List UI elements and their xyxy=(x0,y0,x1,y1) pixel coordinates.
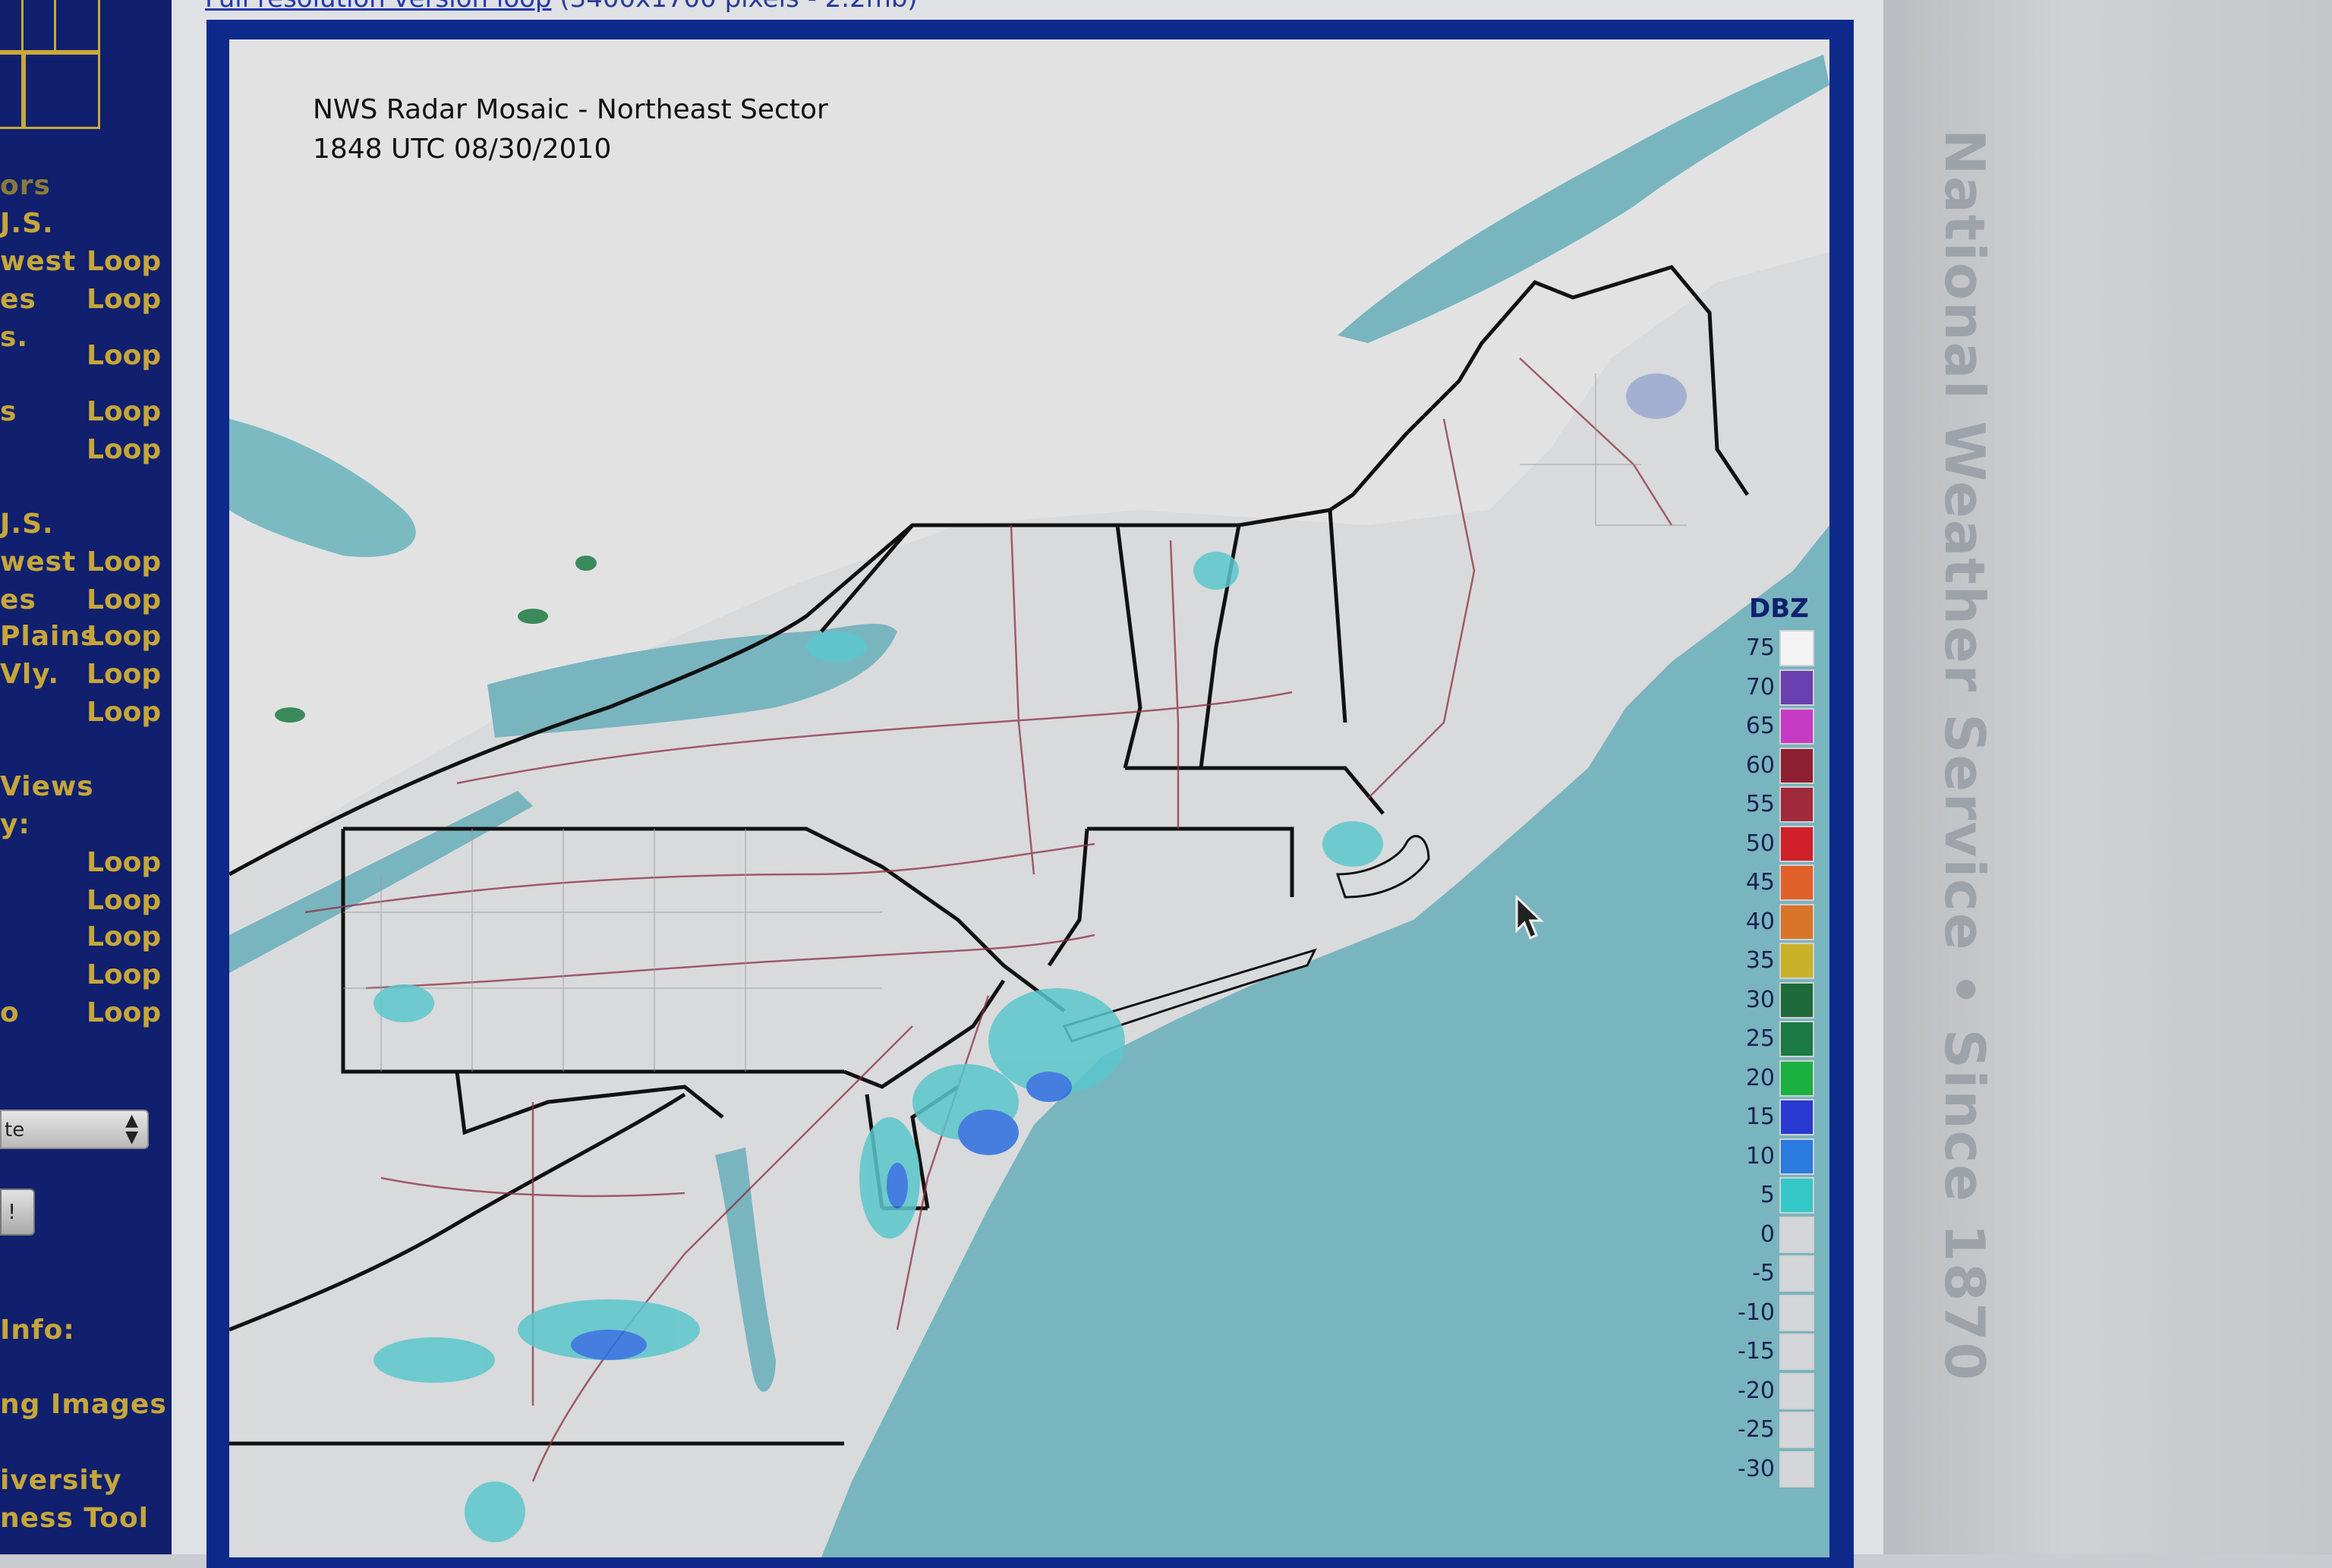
legend-swatch xyxy=(1779,904,1814,940)
map-title: NWS Radar Mosaic - Northeast Sector xyxy=(313,94,828,125)
legend-swatch xyxy=(1779,1138,1814,1175)
legend-value: 50 xyxy=(1745,830,1775,857)
file-info: (3400x1700 pixels - 2.2mb) xyxy=(559,0,917,14)
legend-swatch xyxy=(1779,1333,1814,1370)
legend-value: 25 xyxy=(1745,1025,1775,1052)
legend-value: 20 xyxy=(1745,1065,1775,1091)
section-label: Views xyxy=(0,771,94,802)
legend-swatch xyxy=(1779,1451,1814,1488)
legend-swatch xyxy=(1779,1060,1814,1097)
legend-swatch xyxy=(1779,1177,1814,1214)
loop-link[interactable]: Loop xyxy=(87,659,161,690)
legend-swatch xyxy=(1779,708,1814,745)
legend-swatch xyxy=(1779,1021,1814,1057)
radar-map[interactable]: NWS Radar Mosaic - Northeast Sector 1848… xyxy=(229,39,1829,1557)
info-label: Info: xyxy=(0,1315,75,1346)
section-label: ors xyxy=(0,170,51,201)
go-button[interactable]: ! xyxy=(0,1189,35,1236)
legend-swatch xyxy=(1779,1099,1814,1135)
map-timestamp: 1848 UTC 08/30/2010 xyxy=(313,134,612,165)
legend-value: 40 xyxy=(1745,908,1775,935)
legend-value: 30 xyxy=(1745,987,1775,1013)
loop-link[interactable]: Loop xyxy=(87,959,161,990)
top-link-row: Full resolution version loop (3400x1700 … xyxy=(205,0,918,14)
grid-cell[interactable] xyxy=(21,50,100,129)
legend-value: 60 xyxy=(1745,752,1775,779)
select-value: te xyxy=(5,1119,25,1141)
loop-link[interactable]: Loop xyxy=(87,284,161,315)
go-button-label: ! xyxy=(8,1199,17,1224)
legend-value: 0 xyxy=(1760,1221,1775,1248)
legend-value: -5 xyxy=(1752,1260,1775,1286)
loop-link[interactable]: Loop xyxy=(87,921,161,952)
region-label[interactable]: west xyxy=(0,546,76,578)
legend-swatch xyxy=(1779,1217,1814,1253)
loop-link[interactable]: Loop xyxy=(87,434,161,465)
region-label[interactable]: es xyxy=(0,284,36,315)
legend-swatch xyxy=(1779,786,1814,823)
legend-value: -25 xyxy=(1738,1416,1775,1443)
radar-map-graphic xyxy=(229,39,1829,1557)
legend-title: DBZ xyxy=(1749,594,1809,624)
sidebar: ors J.S. west Loop es Loop s. Loop s Loo… xyxy=(0,0,172,1554)
nws-watermark: National Weather Service • Since 1870 xyxy=(1933,129,1996,1382)
loop-link[interactable]: Loop xyxy=(87,885,161,916)
images-link[interactable]: ng Images xyxy=(0,1389,167,1420)
legend-swatch xyxy=(1779,864,1814,901)
mouse-cursor-icon xyxy=(1515,896,1544,940)
legend-swatch xyxy=(1779,669,1814,706)
grid-cell[interactable] xyxy=(21,0,100,55)
region-label[interactable]: west xyxy=(0,246,76,277)
legend-swatch xyxy=(1779,982,1814,1019)
loop-link[interactable]: Loop xyxy=(87,621,161,652)
legend-value: 75 xyxy=(1745,634,1775,661)
region-label[interactable]: es xyxy=(0,584,36,616)
legend-swatch xyxy=(1779,1373,1814,1409)
legend-value: 65 xyxy=(1745,713,1775,739)
legend-swatch xyxy=(1779,630,1814,666)
view-select[interactable]: te ▲ ▼ xyxy=(0,1110,149,1149)
legend-value: -10 xyxy=(1738,1299,1775,1326)
loop-link[interactable]: Loop xyxy=(87,340,161,371)
loop-link[interactable]: Loop xyxy=(87,246,161,277)
section-label: J.S. xyxy=(0,508,54,540)
section-label: J.S. xyxy=(0,208,54,239)
region-label[interactable]: s xyxy=(0,396,17,427)
legend-swatch xyxy=(1779,1255,1814,1292)
legend-value: -30 xyxy=(1738,1456,1775,1482)
loop-link[interactable]: Loop xyxy=(87,546,161,578)
legend-value: 15 xyxy=(1745,1104,1775,1130)
loop-link[interactable]: Loop xyxy=(87,584,161,616)
select-arrows-icon: ▲ ▼ xyxy=(125,1111,138,1147)
legend-value: 55 xyxy=(1745,791,1775,817)
legend-swatch xyxy=(1779,1412,1814,1448)
legend-value: 10 xyxy=(1745,1143,1775,1170)
loop-link[interactable]: Loop xyxy=(87,396,161,427)
legend-swatch xyxy=(1779,943,1814,979)
loop-link[interactable]: Loop xyxy=(87,697,161,728)
legend-value: 35 xyxy=(1745,947,1775,974)
tool-link[interactable]: ness Tool xyxy=(0,1503,149,1534)
region-label[interactable]: Vly. xyxy=(0,659,59,690)
loop-link[interactable]: Loop xyxy=(87,847,161,878)
legend-value: -15 xyxy=(1738,1338,1775,1365)
university-link[interactable]: iversity xyxy=(0,1465,121,1496)
legend-value: 5 xyxy=(1760,1182,1775,1208)
region-label[interactable]: s. xyxy=(0,322,28,353)
section-label: y: xyxy=(0,809,30,840)
loop-link[interactable]: Loop xyxy=(87,997,161,1028)
legend-value: -20 xyxy=(1738,1378,1775,1404)
region-label[interactable]: Plains xyxy=(0,621,97,652)
legend-swatch xyxy=(1779,826,1814,862)
legend-swatch xyxy=(1779,1295,1814,1331)
legend-swatch xyxy=(1779,748,1814,784)
region-label[interactable]: o xyxy=(0,997,20,1028)
full-resolution-loop-link[interactable]: Full resolution version loop xyxy=(205,0,552,14)
legend-value: 70 xyxy=(1745,674,1775,701)
legend-value: 45 xyxy=(1745,869,1775,896)
